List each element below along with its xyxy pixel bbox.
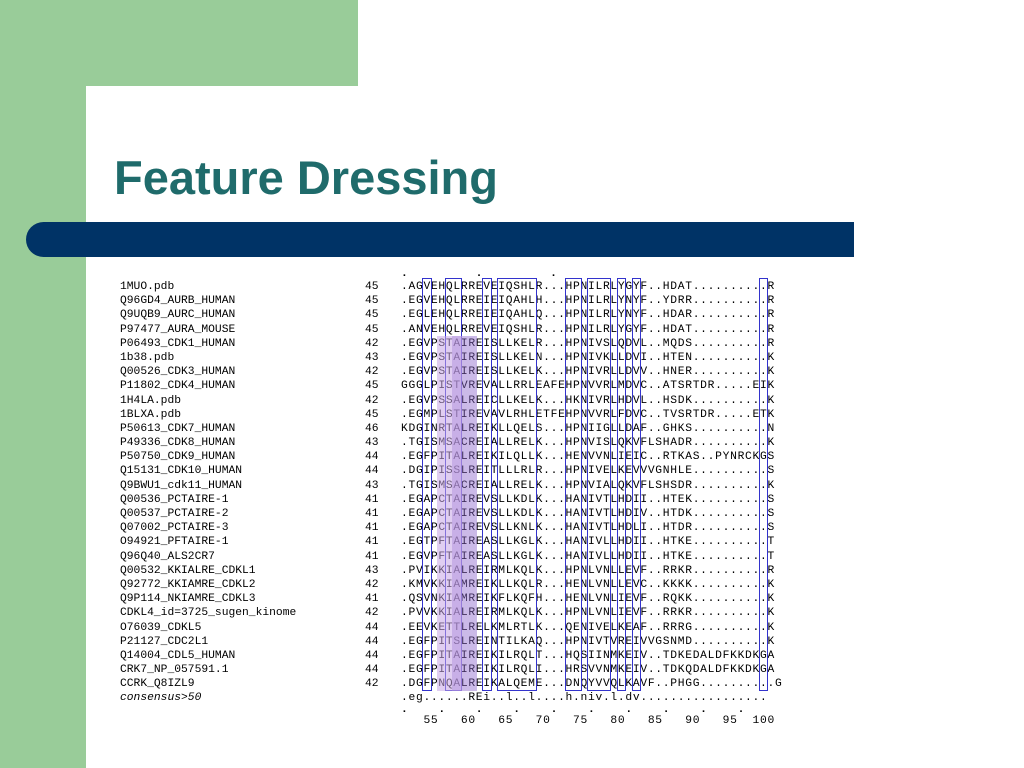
sequence-start-position: 41	[365, 593, 379, 606]
sequence-start-position: 44	[365, 451, 379, 464]
sequence-name: O76039_CDKL5	[120, 621, 202, 634]
sequence-name: Q92772_KKIAMRE_CDKL2	[120, 578, 256, 591]
sequence-name: Q00526_CDK3_HUMAN	[120, 366, 236, 379]
sequence-name: CDKL4_id=3725_sugen_kinome	[120, 607, 297, 620]
conservation-box	[631, 278, 642, 692]
slide-title: Feature Dressing	[114, 151, 498, 204]
sequence-alignment: . . . 1MUO.pdb 45 .AGVEHQLRREVEIQSHLR...HP…	[120, 268, 910, 728]
consensus-label: consensus>50	[120, 692, 202, 705]
sequence-name: P21127_CDC2L1	[120, 635, 209, 648]
conservation-box	[586, 278, 612, 692]
sequence-name: P50613_CDK7_HUMAN	[120, 422, 236, 435]
sequence-start-position: 42	[365, 607, 379, 620]
sequence-name: 1MUO.pdb	[120, 281, 175, 293]
sequence-start-position: 44	[365, 664, 379, 677]
sequence-start-position: 45	[365, 323, 379, 336]
consensus-position	[365, 691, 401, 705]
sequence-start-position: 42	[365, 578, 379, 591]
sequence-name: Q9P114_NKIAMRE_CDKL3	[120, 593, 256, 606]
sequence-start-position: 44	[365, 635, 379, 648]
sequence-start-position: 43	[365, 351, 379, 364]
sequence-name: P06493_CDK1_HUMAN	[120, 337, 236, 350]
sequence-start-position: 42	[365, 394, 379, 407]
sequence-start-position: 45	[365, 295, 379, 308]
sequence-start-position: 44	[365, 649, 379, 662]
sequence-start-position: 46	[365, 422, 379, 435]
conservation-box	[422, 278, 432, 692]
sequence-name: Q14004_CDL5_HUMAN	[120, 649, 236, 662]
sequence-name: Q07002_PCTAIRE-3	[120, 522, 229, 535]
sequence-name: P11802_CDK4_HUMAN	[120, 380, 236, 393]
sequence-start-position: 41	[365, 550, 379, 563]
sequence-start-position: 45	[365, 380, 379, 393]
sequence-name: P50750_CDK9_HUMAN	[120, 451, 236, 464]
conservation-box	[564, 278, 582, 692]
sequence-name: Q9UQB9_AURC_HUMAN	[120, 309, 236, 322]
sequence-name: P49336_CDK8_HUMAN	[120, 437, 236, 450]
sequence-start-position: 43	[365, 479, 379, 492]
sequence-start-position: 42	[365, 366, 379, 379]
ruler-ticks: . . . . . . . . . .	[401, 703, 746, 716]
sequence-name: CCRK_Q8IZL9	[120, 678, 195, 691]
sequence-name: Q15131_CDK10_HUMAN	[120, 465, 243, 478]
sequence-name: Q00537_PCTAIRE-2	[120, 508, 229, 520]
sequence-start-position: 44	[365, 465, 379, 478]
sequence-name: Q9BWU1_cdk11_HUMAN	[120, 479, 243, 492]
conservation-box	[759, 278, 769, 692]
sequence-start-position: 44	[365, 621, 379, 634]
title-divider-bar	[26, 222, 854, 257]
sequence-start-position: 41	[365, 493, 379, 506]
sequence-start-position: 41	[365, 536, 379, 549]
sequence-start-position: 41	[365, 508, 379, 520]
sequence-start-position: 42	[365, 678, 379, 691]
sequence-name: 1b38.pdb	[120, 351, 175, 364]
sequence-start-position: 45	[365, 281, 379, 293]
sequence-name: 1BLXA.pdb	[120, 408, 182, 421]
conservation-box	[616, 278, 627, 692]
sequence-start-position: 45	[365, 309, 379, 322]
left-green-margin	[0, 0, 86, 768]
column-highlight	[437, 336, 462, 692]
sequence-name: Q00536_PCTAIRE-1	[120, 493, 229, 506]
sequence-start-position: 43	[365, 564, 379, 577]
sequence-name: Q96GD4_AURB_HUMAN	[120, 295, 236, 308]
sequence-name: Q00532_KKIALRE_CDKL1	[120, 564, 256, 577]
sequence-name: 1H4LA.pdb	[120, 394, 182, 407]
sequence-name: Q96Q40_ALS2CR7	[120, 550, 215, 563]
sequence-start-position: 42	[365, 337, 379, 350]
conservation-box	[482, 278, 492, 692]
sequence-name: CRK7_NP_057591.1	[120, 664, 229, 677]
conservation-box	[497, 278, 537, 692]
sequence-start-position: 41	[365, 522, 379, 535]
sequence-start-position: 43	[365, 437, 379, 450]
position-ruler: 55 60 65 70 75 80 85 90 95 100	[401, 714, 775, 727]
sequence-name: P97477_AURA_MOUSE	[120, 323, 236, 336]
sequence-start-position: 45	[365, 408, 379, 421]
sequence-name: O94921_PFTAIRE-1	[120, 536, 229, 549]
